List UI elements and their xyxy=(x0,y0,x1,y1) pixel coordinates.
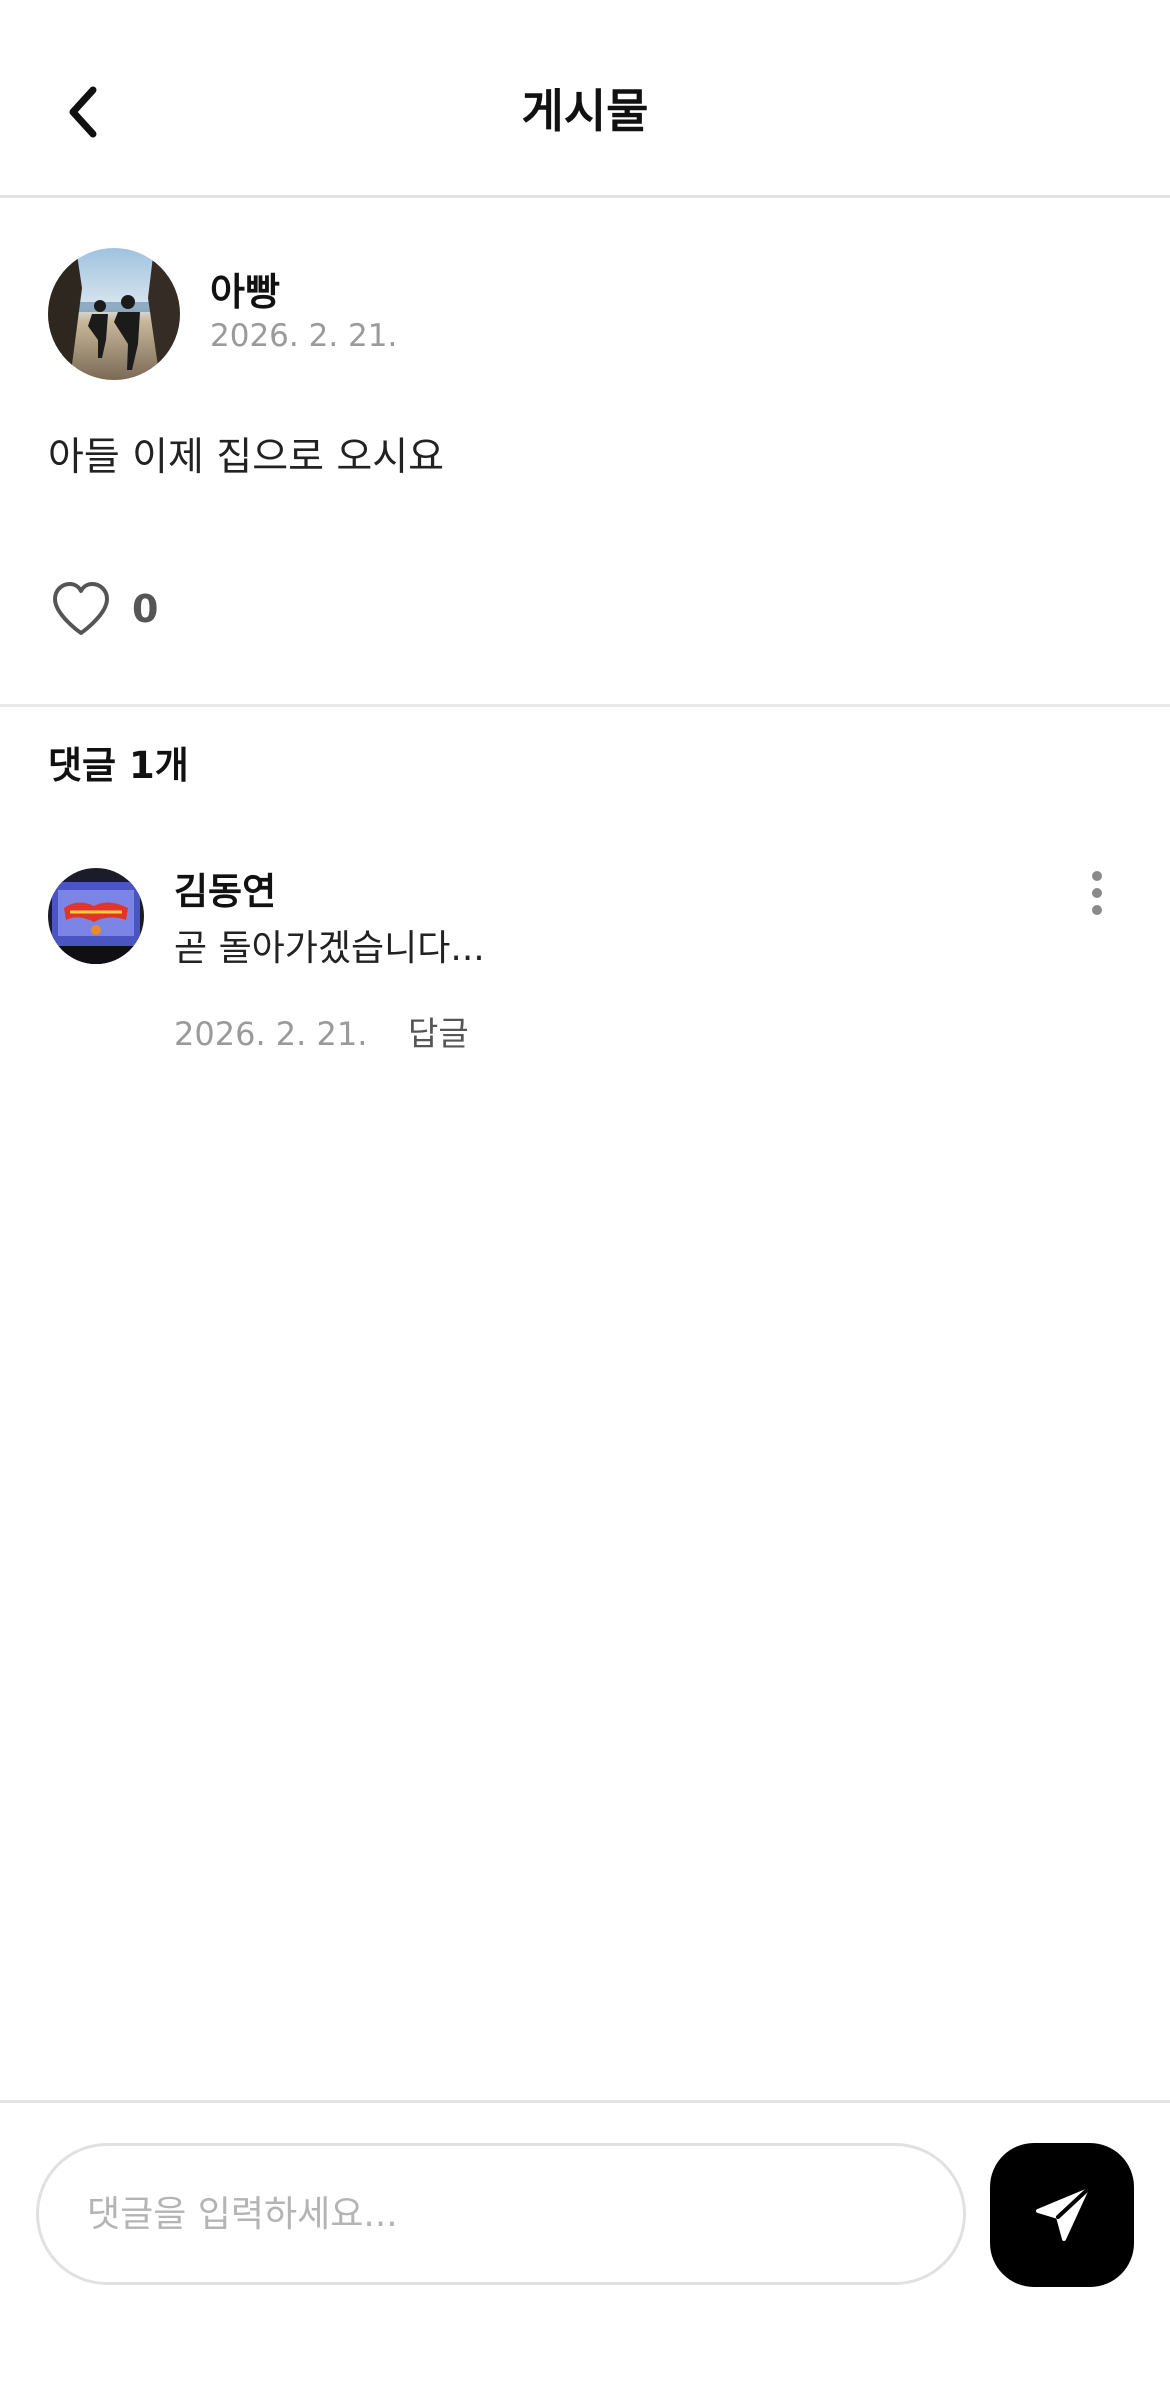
comment-author-avatar[interactable] xyxy=(48,868,144,964)
post-content: 아들 이제 집으로 오시요 xyxy=(48,435,444,480)
comments-count-header: 댓글 1개 xyxy=(48,744,189,787)
post-author-avatar[interactable] xyxy=(48,248,180,380)
heart-outline-icon xyxy=(53,582,109,635)
top-nav-bar: 게시물 xyxy=(0,0,1170,198)
send-button[interactable] xyxy=(990,2143,1134,2287)
more-vertical-icon xyxy=(1092,871,1102,915)
like-count: 0 xyxy=(132,587,159,631)
reply-button[interactable]: 답글 xyxy=(408,1010,469,1058)
post-date: 2026. 2. 21. xyxy=(210,318,398,354)
post-author-name[interactable]: 아빵 xyxy=(210,268,280,316)
comment-author-name[interactable]: 김동연 xyxy=(174,868,276,916)
comment-input[interactable] xyxy=(36,2143,966,2285)
section-divider xyxy=(0,704,1170,707)
comment-text: 곧 돌아가겠습니다... xyxy=(174,928,485,969)
comment-input-bar xyxy=(0,2100,1170,2391)
send-icon xyxy=(1036,2189,1088,2241)
comment-date: 2026. 2. 21. xyxy=(174,1015,368,1053)
comment-more-button[interactable] xyxy=(1074,862,1120,924)
like-button[interactable] xyxy=(48,576,114,642)
page-title: 게시물 xyxy=(521,84,649,138)
